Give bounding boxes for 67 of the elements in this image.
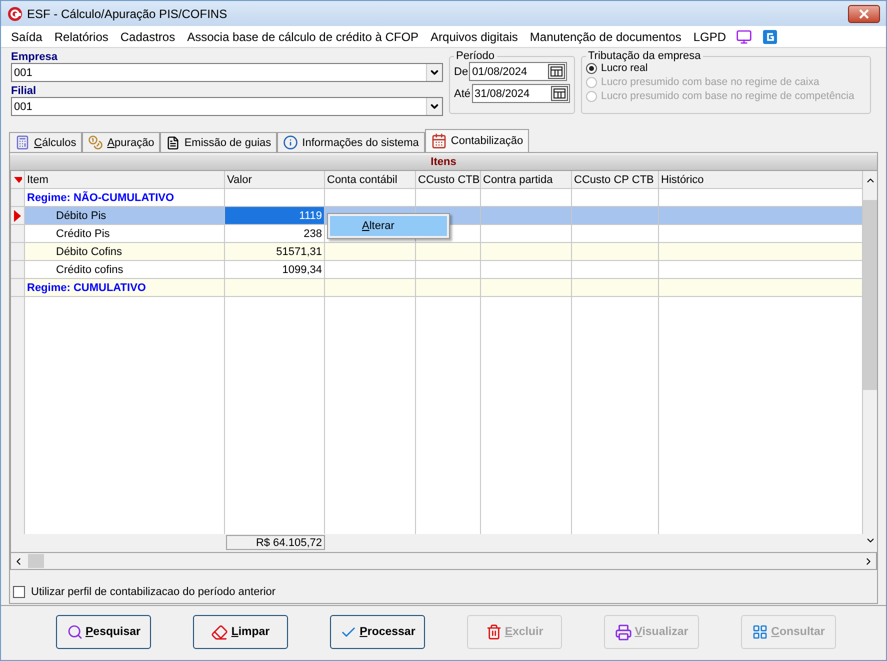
column-header[interactable]: Histórico xyxy=(659,171,863,189)
calendar-icon xyxy=(430,133,447,149)
date-field[interactable]: 31/08/2024 xyxy=(472,84,570,103)
field-label: De xyxy=(454,66,468,78)
menu-item[interactable]: Associa base de cálculo de crédito à CFOP xyxy=(181,30,425,44)
column-header[interactable]: Conta contábil xyxy=(325,171,416,189)
current-row-icon xyxy=(13,210,21,222)
grid-title: Itens xyxy=(10,155,877,170)
menu-item[interactable]: Saída xyxy=(5,30,48,44)
horizontal-scrollbar[interactable] xyxy=(10,553,877,570)
menu-item[interactable]: Alterar xyxy=(330,216,447,236)
menu-item[interactable]: LGPD xyxy=(687,30,732,44)
menu-item[interactable]: Arquivos digitais xyxy=(424,30,524,44)
tab[interactable]: Contabilização xyxy=(424,129,530,152)
menu-item[interactable]: Relatórios xyxy=(48,30,114,44)
column-header[interactable]: Valor xyxy=(225,171,325,189)
tab[interactable]: Emissão de guias xyxy=(160,132,278,152)
company-dropdown[interactable]: 001 xyxy=(11,63,443,82)
field-label: Empresa xyxy=(11,51,58,63)
vertical-scrollbar[interactable] xyxy=(863,171,877,552)
radio-option[interactable]: Lucro real xyxy=(586,62,866,74)
calculator-icon xyxy=(15,135,30,150)
table-cell: Regime: CUMULATIVO xyxy=(25,279,225,297)
scroll-thumb[interactable] xyxy=(863,200,877,390)
table-row[interactable]: Crédito cofins 1099,34 xyxy=(11,261,863,279)
field-label: Até xyxy=(454,88,471,100)
column-header[interactable]: CCusto CP CTB xyxy=(572,171,659,189)
table-row[interactable]: Regime: NÃO-CUMULATIVO xyxy=(11,189,863,207)
eraser-icon xyxy=(211,624,228,640)
document-icon xyxy=(166,136,180,150)
scroll-thumb[interactable] xyxy=(28,554,44,568)
tab[interactable]: Apuração xyxy=(82,132,160,152)
calendar-icon[interactable] xyxy=(548,64,566,79)
close-button[interactable] xyxy=(848,4,880,22)
trash-icon xyxy=(486,624,502,640)
table-cell: 1119 xyxy=(225,207,325,225)
menu-item[interactable]: Manutenção de documentos xyxy=(524,30,688,44)
table-icon xyxy=(752,624,768,640)
column-header[interactable]: CCusto CTB xyxy=(416,171,481,189)
menu-item[interactable]: Cadastros xyxy=(114,30,182,44)
printer-icon xyxy=(614,624,632,640)
tab[interactable]: Cálculos xyxy=(9,132,82,152)
coins-icon xyxy=(88,135,104,150)
close-icon xyxy=(859,8,869,18)
info-icon xyxy=(283,135,298,150)
branch-dropdown[interactable]: 001 xyxy=(11,97,443,116)
total-value: R$ 64.105,72 xyxy=(226,535,325,550)
table-row[interactable]: Débito Cofins 51571,31 xyxy=(11,243,863,261)
action-button[interactable]: Limpar xyxy=(193,615,288,649)
group-title: Tributação da empresa xyxy=(587,50,702,62)
calendar-icon[interactable] xyxy=(550,86,568,101)
field-label: Filial xyxy=(11,85,38,97)
column-header[interactable]: Item xyxy=(25,171,225,189)
table-row[interactable]: Regime: CUMULATIVO xyxy=(11,279,863,297)
column-header[interactable]: Contra partida xyxy=(481,171,572,189)
action-button[interactable]: Processar xyxy=(330,615,425,649)
app-logo-icon xyxy=(7,6,23,22)
checkbox[interactable] xyxy=(13,586,25,598)
monitor-icon[interactable] xyxy=(736,28,752,44)
tab[interactable]: Informações do sistema xyxy=(277,132,425,152)
date-field[interactable]: 01/08/2024 xyxy=(469,62,568,81)
checkbox-label: Utilizar perfil de contabilizacao do período anterior xyxy=(31,586,276,598)
search-icon xyxy=(66,624,82,640)
window-title: ESF - Cálculo/Apuração PIS/COFINS xyxy=(27,6,228,20)
group-title: Período xyxy=(455,50,496,62)
app-logo-icon[interactable] xyxy=(762,28,778,44)
action-button[interactable]: Pesquisar xyxy=(56,615,151,649)
